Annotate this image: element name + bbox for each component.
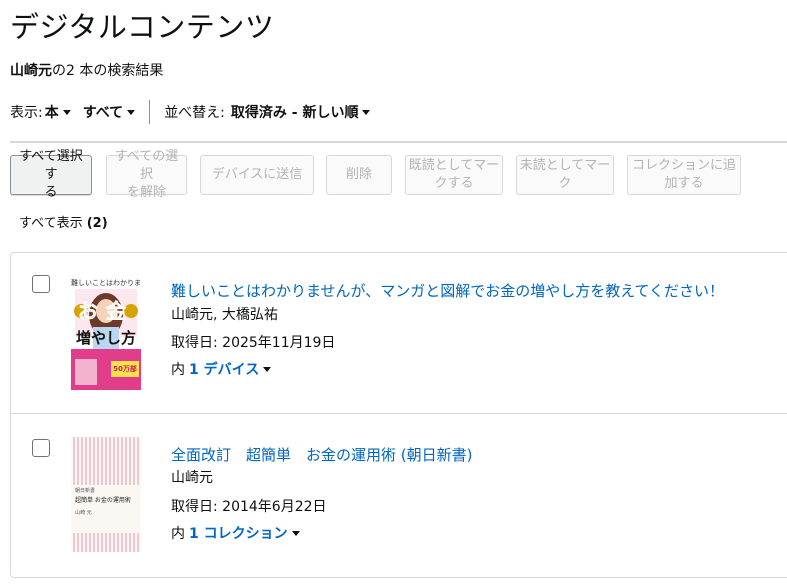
device-dropdown[interactable]: 1 デバイス (189, 359, 272, 379)
divider (10, 141, 787, 143)
select-all-button[interactable]: すべて選択する (10, 149, 92, 200)
item-acquired-date: 取得日: 2025年11月19日 (171, 335, 336, 351)
book-cover[interactable]: 朝日新書 超簡単 お金の運用術 山崎 元 (71, 437, 141, 552)
summary-text: の2 本の検索結果 (52, 63, 164, 79)
item-checkbox[interactable] (32, 439, 50, 457)
caret-down-icon (263, 366, 272, 372)
content-list: 難しいことはわかりませんが お金 増やし方 50万部 難しいことはわかりませんが… (10, 252, 787, 578)
show-all-link[interactable]: すべて表示 (2) (19, 212, 108, 231)
cover-big-text: お金 (78, 299, 134, 324)
cover-top-text: 難しいことはわかりませんが (71, 279, 141, 287)
deselect-all-button[interactable]: すべての選択 を解除 (106, 149, 187, 200)
cover-series: 朝日新書 (75, 488, 96, 494)
list-item: 難しいことはわかりませんが お金 増やし方 50万部 難しいことはわかりませんが… (11, 253, 787, 413)
content-type-value: 本 (44, 105, 59, 121)
item-title-link[interactable]: 難しいことはわかりませんが、マンガと図解でお金の増やし方を教えてください！ (171, 280, 724, 301)
cover-main-text: 増やし方 (75, 329, 136, 347)
summary-author: 山崎元 (10, 63, 52, 79)
item-location: 内 1 コレクション (171, 523, 300, 543)
cover-author: 山崎 元 (75, 510, 92, 516)
caret-down-icon (127, 109, 136, 115)
mark-as-read-button[interactable]: 既読としてマー クする (405, 155, 503, 195)
divider (149, 100, 151, 124)
item-author: 山崎元 (171, 470, 213, 486)
book-cover[interactable]: 難しいことはわかりませんが お金 増やし方 50万部 (71, 275, 141, 390)
send-to-device-button[interactable]: デバイスに送信 (200, 155, 314, 195)
page-title: デジタルコンテンツ (10, 10, 275, 44)
sort-label: 並べ替え: (164, 105, 225, 121)
scope-value: すべて (82, 105, 124, 121)
list-item: 朝日新書 超簡単 お金の運用術 山崎 元 全面改訂 超簡単 お金の運用術 (朝日… (11, 413, 787, 574)
sort-dropdown[interactable]: 取得済み - 新しい順 (231, 102, 371, 122)
add-to-collection-button[interactable]: コレクションに追 加する (627, 155, 741, 195)
caret-down-icon (362, 109, 371, 115)
collection-dropdown[interactable]: 1 コレクション (189, 523, 300, 543)
display-label: 表示: (10, 105, 43, 121)
filter-row: 表示: 本 すべて 並べ替え: 取得済み - 新しい順 (10, 98, 371, 126)
cover-badge: 50万部 (113, 365, 137, 373)
item-acquired-date: 取得日: 2014年6月22日 (171, 499, 327, 515)
mark-as-unread-button[interactable]: 未読としてマーク (516, 155, 614, 195)
sort-value: 取得済み - 新しい順 (230, 105, 359, 121)
cover-main-text: 超簡単 お金の運用術 (75, 497, 131, 504)
result-summary: 山崎元の2 本の検索結果 (10, 60, 163, 80)
content-type-dropdown[interactable]: 本 (45, 102, 71, 122)
item-location: 内 1 デバイス (171, 359, 272, 379)
item-author: 山崎元, 大橋弘祐 (171, 307, 278, 323)
item-title-link[interactable]: 全面改訂 超簡単 お金の運用術 (朝日新書) (171, 444, 472, 465)
delete-button[interactable]: 削除 (326, 155, 392, 195)
item-checkbox[interactable] (32, 275, 50, 293)
scope-dropdown[interactable]: すべて (82, 102, 136, 122)
caret-down-icon (62, 109, 71, 115)
caret-down-icon (291, 530, 300, 536)
